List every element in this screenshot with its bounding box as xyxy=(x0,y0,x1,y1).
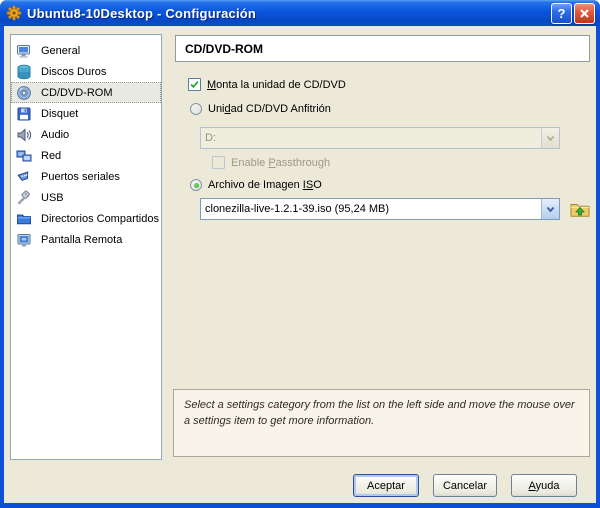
sidebar-item-label: Audio xyxy=(41,129,69,141)
hard-disks-icon xyxy=(16,64,32,80)
serial-ports-icon xyxy=(16,169,32,185)
sidebar-item-cd-dvd-rom[interactable]: CD/DVD-ROM xyxy=(11,82,161,103)
iso-image-label: Archivo de Imagen ISO xyxy=(208,179,322,191)
app-gear-icon xyxy=(6,5,22,21)
sidebar-item-discos-duros[interactable]: Discos Duros xyxy=(11,61,161,82)
context-help-panel: Select a settings category from the list… xyxy=(173,389,590,457)
close-icon xyxy=(579,8,590,19)
iso-image-value: clonezilla-live-1.2.1-39.iso (95,24 MB) xyxy=(201,203,541,215)
settings-dialog: Ubuntu8-10Desktop - Configuración ? Gene… xyxy=(0,0,600,508)
dropdown-button[interactable] xyxy=(541,199,559,219)
remote-display-icon xyxy=(16,232,32,248)
shared-folders-icon xyxy=(16,211,32,227)
cd-dvd-icon xyxy=(16,85,32,101)
host-drive-label: Unidad CD/DVD Anfitrión xyxy=(208,103,331,115)
settings-category-list: General Discos Duros CD/DVD-ROM Disquet xyxy=(10,34,162,460)
iso-image-radio[interactable]: Archivo de Imagen ISO xyxy=(190,179,322,191)
sidebar-item-audio[interactable]: Audio xyxy=(11,124,161,145)
chevron-down-icon xyxy=(546,135,555,142)
sidebar-item-label: Red xyxy=(41,150,61,162)
passthrough-checkbox: Enable Passthrough xyxy=(212,156,330,169)
sidebar-item-label: Directorios Compartidos xyxy=(41,213,159,225)
close-button[interactable] xyxy=(574,3,595,24)
sidebar-item-directorios-compartidos[interactable]: Directorios Compartidos xyxy=(11,208,161,229)
radio-selected-icon xyxy=(190,179,202,191)
sidebar-item-usb[interactable]: USB xyxy=(11,187,161,208)
sidebar-item-label: General xyxy=(41,45,80,57)
dropdown-disabled-button xyxy=(541,128,559,148)
sidebar-item-puertos-seriales[interactable]: Puertos seriales xyxy=(11,166,161,187)
sidebar-item-label: Pantalla Remota xyxy=(41,234,122,246)
mount-cd-dvd-label: Monta la unidad de CD/DVD xyxy=(207,79,346,91)
checkbox-checked-icon xyxy=(188,78,201,91)
accept-button[interactable]: Aceptar xyxy=(353,474,419,497)
passthrough-label: Enable Passthrough xyxy=(231,157,330,169)
help-button[interactable]: Ayuda xyxy=(511,474,577,497)
sidebar-item-red[interactable]: Red xyxy=(11,145,161,166)
dialog-body: General Discos Duros CD/DVD-ROM Disquet xyxy=(0,26,600,508)
context-help-text: Select a settings category from the list… xyxy=(184,399,575,427)
folder-open-icon xyxy=(570,201,590,218)
sidebar-item-general[interactable]: General xyxy=(11,40,161,61)
sidebar-item-label: Disquet xyxy=(41,108,78,120)
mount-cd-dvd-checkbox[interactable]: Monta la unidad de CD/DVD xyxy=(188,78,346,91)
network-icon xyxy=(16,148,32,164)
sidebar-item-label: Discos Duros xyxy=(41,66,106,78)
help-titlebar-button[interactable]: ? xyxy=(551,3,572,24)
floppy-icon xyxy=(16,106,32,122)
host-drive-combobox: D: xyxy=(200,127,560,149)
checkbox-unchecked-icon xyxy=(212,156,225,169)
audio-icon xyxy=(16,127,32,143)
window-title: Ubuntu8-10Desktop - Configuración xyxy=(27,6,549,21)
iso-image-combobox[interactable]: clonezilla-live-1.2.1-39.iso (95,24 MB) xyxy=(200,198,560,220)
help-button-label: Ayuda xyxy=(529,480,560,492)
sidebar-item-pantalla-remota[interactable]: Pantalla Remota xyxy=(11,229,161,250)
select-iso-file-button[interactable] xyxy=(568,198,592,220)
sidebar-item-label: Puertos seriales xyxy=(41,171,120,183)
page-title: CD/DVD-ROM xyxy=(175,35,590,62)
radio-unselected-icon xyxy=(190,103,202,115)
chevron-down-icon xyxy=(546,206,555,213)
host-drive-value: D: xyxy=(201,132,541,144)
sidebar-item-label: CD/DVD-ROM xyxy=(41,87,113,99)
cancel-button[interactable]: Cancelar xyxy=(433,474,497,497)
sidebar-item-disquet[interactable]: Disquet xyxy=(11,103,161,124)
question-icon: ? xyxy=(558,6,566,21)
usb-icon xyxy=(16,190,32,206)
sidebar-item-label: USB xyxy=(41,192,64,204)
host-drive-radio[interactable]: Unidad CD/DVD Anfitrión xyxy=(190,103,331,115)
titlebar: Ubuntu8-10Desktop - Configuración ? xyxy=(0,0,600,26)
general-icon xyxy=(16,43,32,59)
